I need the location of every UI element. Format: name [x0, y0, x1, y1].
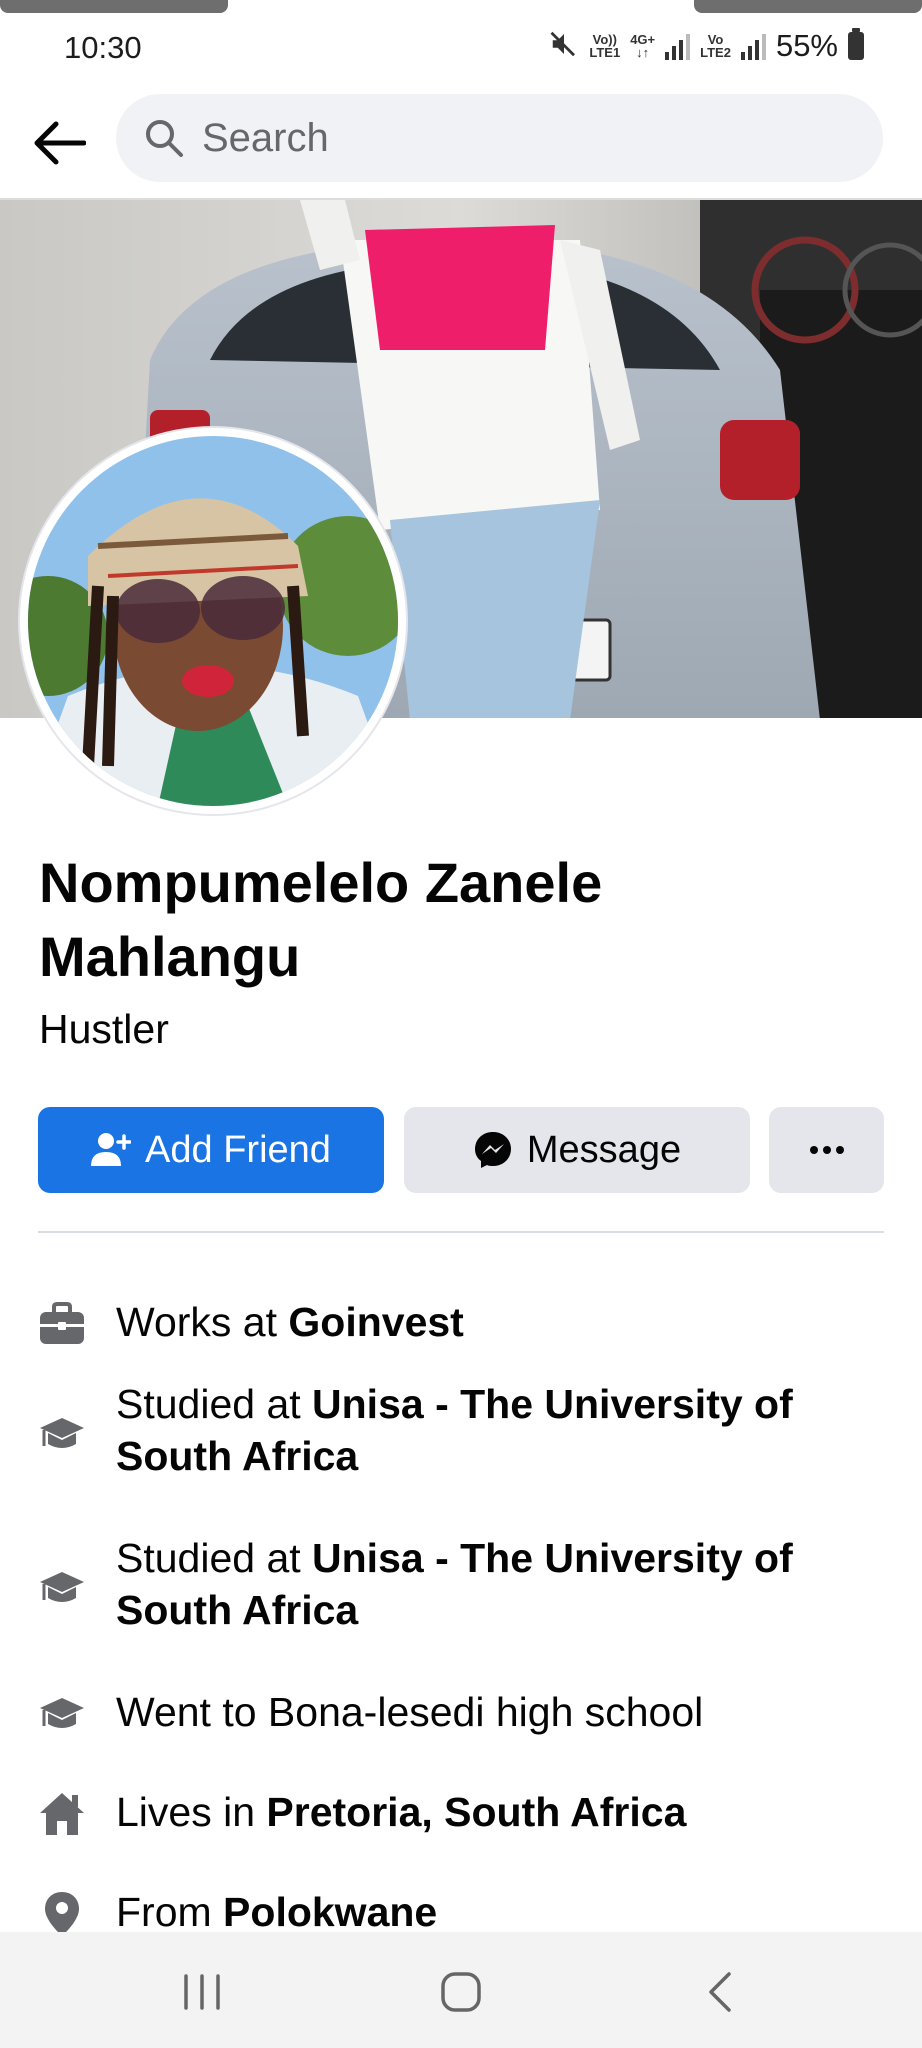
- status-time: 10:30: [64, 30, 142, 65]
- add-friend-icon: [91, 1132, 132, 1168]
- app-header: Search: [0, 92, 922, 198]
- home-square-icon: [441, 1972, 481, 2012]
- search-bar[interactable]: Search: [116, 94, 883, 182]
- profile-picture[interactable]: [20, 428, 406, 814]
- back-arrow-icon: [34, 121, 86, 165]
- graduation-cap-icon: [36, 1408, 88, 1460]
- home-icon: [36, 1788, 88, 1840]
- profile-name: Nompumelelo Zanele Mahlangu: [39, 851, 603, 988]
- recent-apps-icon: [184, 1974, 220, 2010]
- detail-text: Lives in Pretoria, South Africa: [116, 1789, 687, 1835]
- volte1-indicator: Vo)) LTE1: [589, 32, 621, 60]
- messenger-icon: [473, 1130, 513, 1170]
- message-button[interactable]: Message: [404, 1107, 750, 1193]
- back-button[interactable]: [28, 112, 90, 174]
- detail-text: Studied at Unisa - The University of Sou…: [116, 1535, 793, 1633]
- mute-icon: [549, 29, 579, 64]
- signal-icon-2: [740, 32, 766, 60]
- data-arrows-icon: ↓↑: [636, 45, 650, 60]
- add-friend-label: Add Friend: [145, 1128, 331, 1171]
- add-friend-button[interactable]: Add Friend: [38, 1107, 384, 1193]
- graduation-cap-icon: [36, 1688, 88, 1740]
- more-options-button[interactable]: [769, 1107, 884, 1193]
- home-button[interactable]: [421, 1962, 501, 2022]
- back-chevron-icon: [709, 1972, 731, 2012]
- profile-bio: Hustler: [39, 1006, 169, 1052]
- graduation-cap-icon: [36, 1562, 88, 1614]
- detail-text: Works at Goinvest: [116, 1299, 464, 1345]
- search-input[interactable]: Search: [202, 116, 329, 161]
- recent-apps-button[interactable]: [162, 1962, 242, 2022]
- detail-text: Studied at Unisa - The University of Sou…: [116, 1381, 793, 1479]
- search-icon: [146, 120, 183, 157]
- detail-text: From Polokwane: [116, 1889, 438, 1935]
- battery-icon: [848, 28, 864, 60]
- more-dots-icon: [809, 1146, 844, 1154]
- system-nav-bar: [0, 1932, 922, 2048]
- volte2-indicator: Vo LTE2: [700, 32, 731, 60]
- status-bar: 10:30 Vo)) LTE1 4G+ ↓↑ Vo LTE2 55%: [0, 0, 922, 92]
- briefcase-icon: [36, 1298, 88, 1350]
- profile-actions: Add Friend Message: [38, 1107, 884, 1193]
- back-nav-button[interactable]: [680, 1962, 760, 2022]
- battery-percent: 55%: [775, 28, 838, 63]
- section-divider: [38, 1231, 884, 1233]
- detail-text: Went to Bona-lesedi high school: [116, 1689, 704, 1735]
- message-label: Message: [526, 1128, 682, 1171]
- signal-icon-1: [665, 32, 691, 60]
- status-icons: Vo)) LTE1 4G+ ↓↑ Vo LTE2 55%: [549, 28, 864, 64]
- network-type: 4G+ ↓↑: [630, 32, 656, 60]
